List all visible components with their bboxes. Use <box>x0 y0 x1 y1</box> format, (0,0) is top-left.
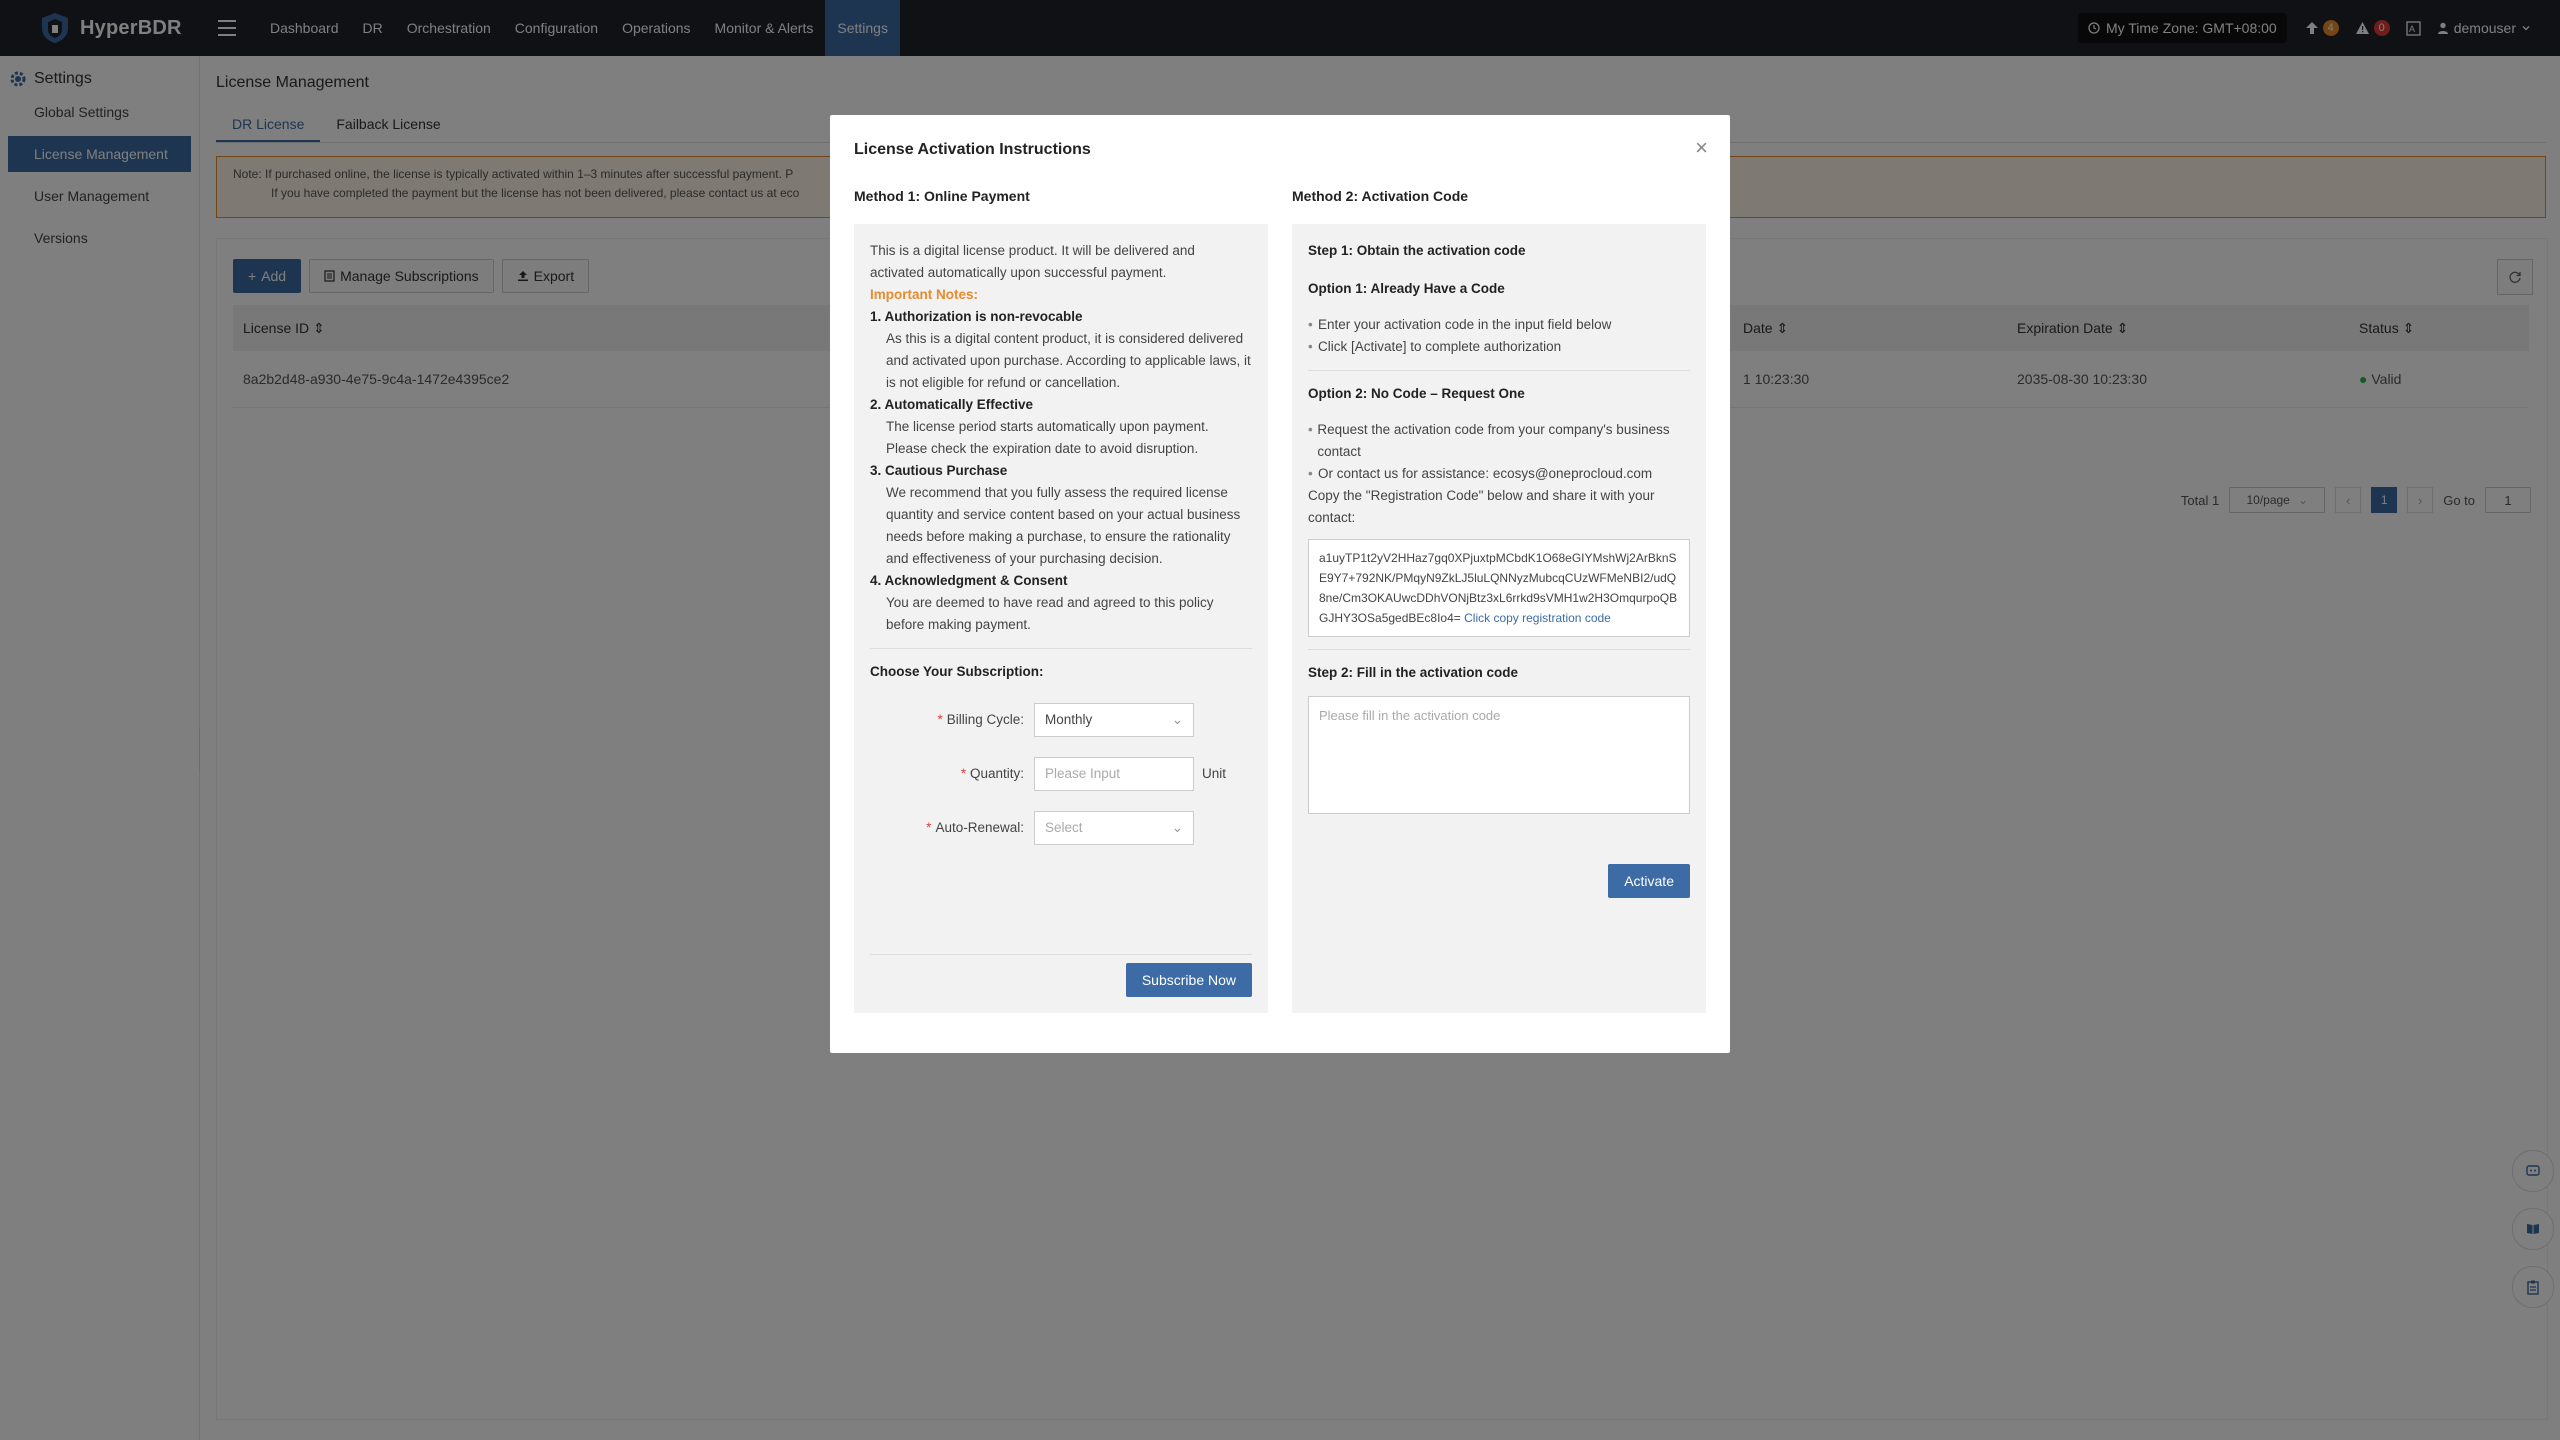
method1-title: Method 1: Online Payment <box>854 188 1030 204</box>
registration-code-box: a1uyTP1t2yV2HHaz7gq0XPjuxtpMCbdK1O68eGIY… <box>1308 539 1690 637</box>
activate-button[interactable]: Activate <box>1608 864 1690 898</box>
online-payment-panel: This is a digital license product. It wi… <box>854 224 1268 1013</box>
note-2-body: The license period starts automatically … <box>886 419 1209 456</box>
quantity-unit: Unit <box>1202 766 1227 781</box>
chevron-down-icon: ⌄ <box>1171 712 1183 727</box>
list-item: • Enter your activation code in the input… <box>1308 317 1612 332</box>
modal-title: License Activation Instructions <box>854 141 1091 158</box>
copy-registration-code-link[interactable]: Click copy registration code <box>1464 611 1611 625</box>
activation-code-input[interactable]: Please fill in the activation code <box>1308 696 1690 814</box>
auto-renewal-row: * Auto-Renewal: Select ⌄ <box>870 811 1252 845</box>
note-3-body: We recommend that you fully assess the r… <box>886 485 1241 566</box>
option1-title: Option 1: Already Have a Code <box>1308 281 1505 296</box>
billing-cycle-row: * Billing Cycle: Monthly ⌄ <box>870 703 1252 737</box>
license-activation-modal: License Activation Instructions × Method… <box>830 115 1730 1053</box>
divider <box>870 648 1252 649</box>
important-notes-title: Important Notes: <box>870 287 978 302</box>
divider <box>1308 370 1690 371</box>
copy-instruction: Copy the "Registration Code" below and s… <box>1308 488 1655 525</box>
note-4-title: 4. Acknowledgment & Consent <box>870 573 1068 588</box>
billing-cycle-select[interactable]: Monthly ⌄ <box>1034 703 1194 737</box>
divider <box>870 954 1252 955</box>
quantity-input[interactable]: Please Input <box>1034 757 1194 791</box>
list-item: • Click [Activate] to complete authorizat… <box>1308 339 1562 354</box>
note-1-body: As this is a digital content product, it… <box>886 331 1251 390</box>
divider <box>1308 649 1690 650</box>
method2-title: Method 2: Activation Code <box>1292 188 1469 204</box>
method1-intro: This is a digital license product. It wi… <box>870 243 1195 280</box>
subscribe-now-button[interactable]: Subscribe Now <box>1125 963 1252 997</box>
step1-title: Step 1: Obtain the activation code <box>1308 243 1526 258</box>
note-3-title: 3. Cautious Purchase <box>870 463 1008 478</box>
list-item: • Or contact us for assistance: ecosys@on… <box>1308 466 1653 481</box>
activation-code-panel: Step 1: Obtain the activation code Optio… <box>1292 224 1706 1013</box>
note-4-body: You are deemed to have read and agreed t… <box>886 595 1214 632</box>
auto-renewal-label: Auto-Renewal: <box>935 820 1024 835</box>
auto-renewal-select[interactable]: Select ⌄ <box>1034 811 1194 845</box>
list-item: • Request the activation code from your c… <box>1308 422 1670 459</box>
step2-title: Step 2: Fill in the activation code <box>1308 665 1519 680</box>
billing-cycle-label: Billing Cycle: <box>946 712 1024 727</box>
option2-title: Option 2: No Code – Request One <box>1308 386 1525 401</box>
quantity-row: * Quantity: Please Input Unit <box>870 757 1252 791</box>
choose-subscription-title: Choose Your Subscription: <box>870 664 1044 679</box>
note-2-title: 2. Automatically Effective <box>870 397 1034 412</box>
chevron-down-icon: ⌄ <box>1171 820 1183 835</box>
quantity-label: Quantity: <box>969 766 1024 781</box>
note-1-title: 1. Authorization is non-revocable <box>870 309 1083 324</box>
close-icon[interactable]: × <box>1695 135 1708 161</box>
